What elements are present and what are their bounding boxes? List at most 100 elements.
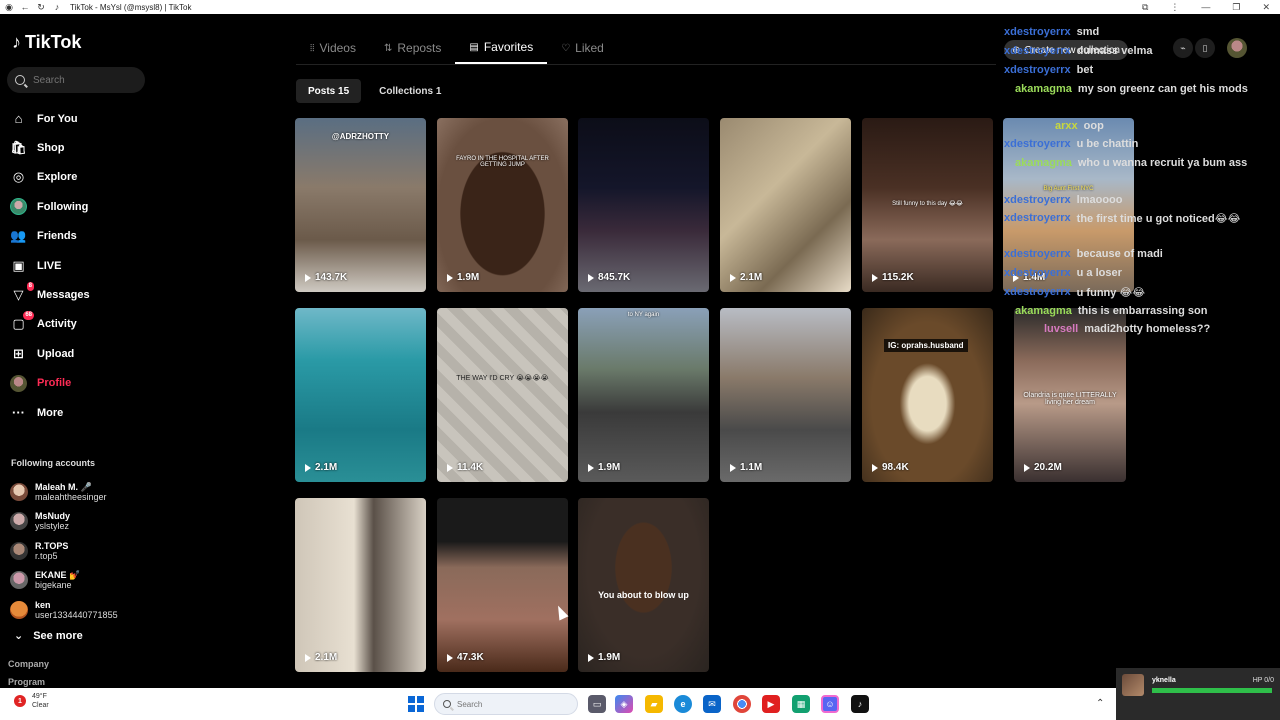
avatar — [10, 482, 28, 501]
close-icon[interactable]: ✕ — [1262, 2, 1270, 13]
app-icon: ◉ — [5, 1, 13, 12]
video-card[interactable]: THE WAY I'D CRY 😭😭😭😭 11.4K — [437, 308, 568, 482]
copilot-icon[interactable]: ◈ — [615, 695, 633, 713]
view-count-label: 2.1M — [740, 272, 763, 283]
video-card[interactable]: 2.1M — [295, 308, 426, 482]
logo-text: TikTok — [25, 32, 82, 52]
youtube-icon[interactable]: ▶ — [762, 695, 780, 713]
video-card[interactable]: 845.7K — [578, 118, 709, 292]
avatar — [10, 571, 28, 590]
outlook-icon[interactable]: ✉ — [703, 695, 721, 713]
nav-item-messages[interactable]: ▽ 8 Messages — [10, 280, 150, 309]
extensions-icon[interactable]: ⧉ — [1142, 2, 1148, 13]
video-card[interactable]: FAYRO IN THE HOSPITAL AFTER GETTING JUMP… — [437, 118, 568, 292]
chat-username: xdestroyerrx — [1004, 64, 1071, 76]
nav-item-activity[interactable]: ▢ 68 Activity — [10, 310, 150, 339]
nav-item-explore[interactable]: ◎ Explore — [10, 163, 150, 192]
tray-chevron-up-icon[interactable]: ⌃ — [1096, 698, 1104, 709]
view-count: 11.4K — [447, 462, 483, 473]
view-count: 1.9M — [447, 272, 479, 283]
account-item[interactable]: MsNudy yslstylez — [10, 507, 150, 537]
task-view-icon[interactable]: ▭ — [588, 695, 606, 713]
video-card[interactable]: 2.1M — [720, 118, 851, 292]
account-handle: bigekane — [35, 580, 72, 591]
compass-icon: ◎ — [12, 169, 25, 185]
tab-videos[interactable]: ⦙⦙ Videos — [296, 32, 370, 64]
see-more-button[interactable]: ⌄ See more — [14, 629, 83, 643]
chat-message: akamagma this is embarrassing son — [1015, 305, 1207, 317]
nav-item-friends[interactable]: 👥 Friends — [10, 222, 150, 251]
search-input[interactable] — [33, 74, 133, 86]
video-card[interactable]: Still funny to this day 😂😂 115.2K — [862, 118, 993, 292]
coins-icon[interactable]: ⌁ — [1173, 38, 1193, 58]
nav-item-following[interactable]: Following — [10, 192, 150, 221]
chat-text: madi2hotty homeless?? — [1084, 323, 1211, 335]
video-card[interactable]: to NY again 1.9M — [578, 308, 709, 482]
video-card[interactable]: @ADRZHOTTY 143.7K — [295, 118, 426, 292]
view-count-label: 1.9M — [598, 652, 621, 663]
video-card[interactable]: 47.3K — [437, 498, 568, 672]
messages-icon: ▽ 8 — [13, 281, 34, 303]
chat-username: xdestroyerrx — [1004, 248, 1071, 260]
nav-label: Shop — [37, 142, 65, 155]
edge-icon[interactable]: e — [674, 695, 692, 713]
file-explorer-icon[interactable]: ▰ — [645, 695, 663, 713]
nav-item-profile[interactable]: Profile — [10, 369, 150, 398]
footer-link-company[interactable]: Company — [8, 659, 49, 669]
tiktok-logo[interactable]: ♪ TikTok — [12, 32, 81, 53]
chrome-icon[interactable] — [733, 695, 751, 713]
play-icon — [305, 653, 311, 662]
play-icon — [588, 463, 594, 472]
restore-icon[interactable]: ❐ — [1232, 2, 1240, 13]
weather-widget[interactable]: 1 49°F Clear — [14, 692, 49, 710]
nav-label: LIVE — [37, 259, 62, 272]
bookmark-icon: ▤ — [469, 41, 479, 53]
nav-item-for-you[interactable]: ⌂ For You — [10, 104, 150, 133]
tab-favorites[interactable]: ▤ Favorites — [455, 32, 548, 64]
back-arrow-icon[interactable]: ← — [20, 2, 30, 12]
chat-username: akamagma — [1015, 157, 1072, 169]
stream-hp-widget: yknella HP 0/0 — [1116, 668, 1280, 720]
taskbar-search[interactable] — [434, 693, 578, 715]
play-icon — [730, 463, 736, 472]
video-card[interactable]: IG: oprahs.husband 98.4K — [862, 308, 993, 482]
device-icon[interactable]: ▯ — [1195, 38, 1215, 58]
refresh-icon[interactable]: ↻ — [36, 2, 46, 12]
chat-message: luvsell madi2hotty homeless?? — [1044, 323, 1210, 335]
store-app-icon[interactable]: ▦ — [792, 695, 810, 713]
nav-item-live[interactable]: ▣ LIVE — [10, 251, 150, 280]
search-box[interactable] — [7, 67, 145, 93]
view-count-label: 1.9M — [457, 272, 480, 283]
windows-start-icon[interactable] — [408, 696, 424, 712]
segment-collections[interactable]: Collections 1 — [367, 79, 453, 103]
account-handle: maleahtheesinger — [35, 491, 107, 502]
chat-username: xdestroyerrx — [1004, 212, 1071, 224]
tiktok-taskbar-icon[interactable]: ♪ — [851, 695, 869, 713]
taskbar-search-input[interactable] — [457, 699, 547, 709]
tab-liked[interactable]: ♡ Liked — [547, 32, 618, 64]
minimize-icon[interactable]: — — [1201, 2, 1210, 12]
account-item[interactable]: Maleah M. 🎤 maleahtheesinger — [10, 477, 150, 507]
nav-item-upload[interactable]: ⊞ Upload — [10, 339, 150, 368]
video-card[interactable]: You about to blow up 1.9M — [578, 498, 709, 672]
play-icon — [447, 463, 453, 472]
nav-item-shop[interactable]: 🛍 Shop — [10, 133, 150, 162]
discord-icon[interactable]: ☺ — [821, 695, 839, 713]
more-icon: ··· — [12, 405, 25, 421]
user-avatar[interactable] — [1227, 38, 1247, 58]
account-item[interactable]: EKANE 💅 bigekane — [10, 566, 150, 596]
avatar — [10, 600, 28, 619]
account-item[interactable]: ken user1334440771855 — [10, 595, 150, 625]
nav-item-more[interactable]: ··· More — [10, 398, 150, 427]
account-item[interactable]: R.TOPS r.top5 — [10, 536, 150, 566]
segment-posts[interactable]: Posts 15 — [296, 79, 362, 103]
menu-dots-icon[interactable]: ⋮ — [1170, 2, 1179, 13]
video-card[interactable]: 2.1M — [295, 498, 426, 672]
window-title: TikTok - MsYsl (@msysl8) | TikTok — [70, 2, 192, 12]
tab-reposts[interactable]: ⇅ Reposts — [370, 32, 455, 64]
footer-link-program[interactable]: Program — [8, 677, 45, 687]
video-overlay-text: FAYRO IN THE HOSPITAL AFTER GETTING JUMP — [456, 156, 549, 168]
view-count-label: 845.7K — [598, 272, 631, 283]
video-card[interactable]: 1.1M — [720, 308, 851, 482]
play-icon — [305, 463, 311, 472]
